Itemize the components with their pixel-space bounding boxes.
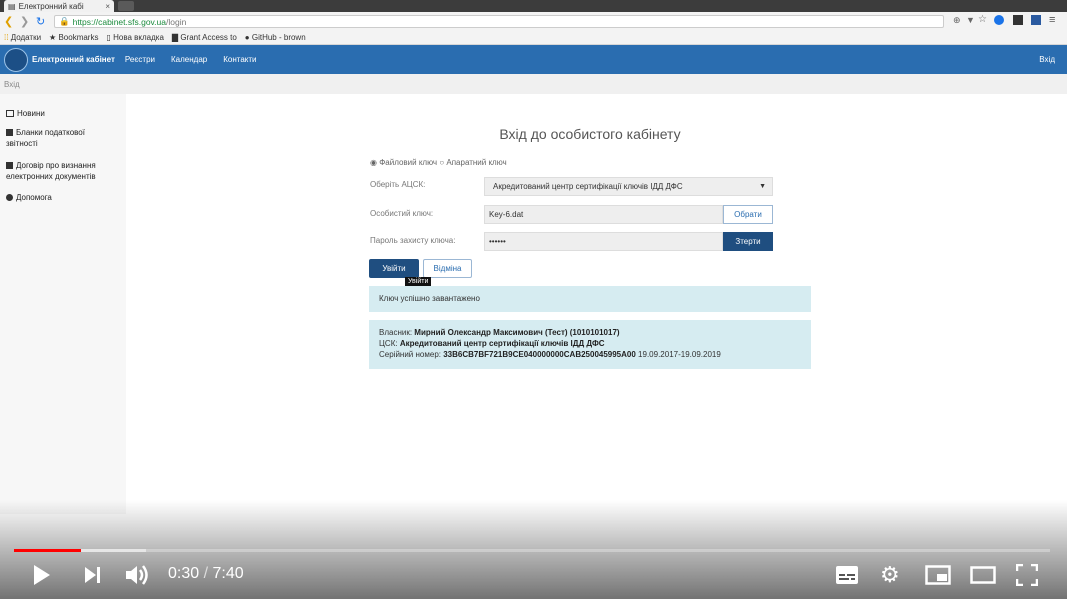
star-icon[interactable]: ☆ xyxy=(978,14,987,25)
page-favicon-icon: ▤ xyxy=(8,1,16,11)
theater-mode-icon[interactable] xyxy=(970,566,996,584)
choose-key-button[interactable]: Обрати xyxy=(723,205,773,224)
url-path: /login xyxy=(166,16,187,27)
bookmarks-folder[interactable]: ★ Bookmarks xyxy=(49,33,98,42)
bookmark-grant-access[interactable]: ▇ Grant Access to xyxy=(172,33,237,42)
success-alert: Ключ успішно завантажено xyxy=(369,286,811,312)
page-icon: ▇ xyxy=(171,32,179,42)
volume-icon[interactable] xyxy=(124,563,152,587)
serial-value: 33B6CB7BF721B9CE040000000CAB250045995A00 xyxy=(443,350,636,359)
owner-value: Мирний Олександр Максимович (Тест) (1010… xyxy=(414,328,620,337)
page-title: Вхід до особистого кабінету xyxy=(499,126,681,142)
validity-period: 19.09.2017-19.09.2019 xyxy=(638,350,721,359)
private-key-label: Особистий ключ: xyxy=(370,209,434,218)
csk-value: Акредитований центр сертифікації ключів … xyxy=(399,339,605,348)
video-time: 0:30 / 7:40 xyxy=(168,565,244,582)
book-icon xyxy=(6,162,13,170)
page-icon: ▯ xyxy=(106,32,111,42)
github-icon: ● xyxy=(244,32,250,42)
radio-file-key[interactable]: ◉ Файловий ключ xyxy=(370,158,437,167)
dropdown-arrow-icon: ▼ xyxy=(759,183,766,190)
browser-tab[interactable]: ▤ Електронний кабі × xyxy=(4,0,114,12)
key-type-radio-group: ◉ Файловий ключ ○ Апаратний ключ xyxy=(370,158,507,167)
bookmark-new-tab[interactable]: ▯ Нова вкладка xyxy=(106,33,163,42)
newspaper-icon xyxy=(6,110,14,118)
url-host: https://cabinet.sfs.gov.ua xyxy=(72,16,166,27)
private-key-field[interactable]: Key-6.dat xyxy=(484,205,723,224)
settings-gear-icon[interactable]: ⚙ xyxy=(880,564,900,586)
forward-icon[interactable]: ❯ xyxy=(20,15,29,28)
sidebar-item-tax-forms[interactable]: Бланки податкової звітності xyxy=(6,127,118,149)
sidebar-item-news[interactable]: Новини xyxy=(6,108,118,119)
bookmarks-bar: ⁞⁞ Додатки ★ Bookmarks ▯ Нова вкладка ▇ … xyxy=(0,30,1067,45)
address-bar[interactable]: 🔒 https://cabinet.sfs.gov.ua/login xyxy=(54,15,944,28)
menu-icon[interactable]: ≡ xyxy=(1049,14,1055,26)
subtitles-icon[interactable] xyxy=(835,565,859,585)
zoom-icon[interactable]: ⊕ xyxy=(953,15,961,26)
duration: 7:40 xyxy=(212,565,244,582)
progress-bar[interactable] xyxy=(14,549,1050,552)
nav-login[interactable]: Вхід xyxy=(1039,55,1055,64)
play-icon[interactable] xyxy=(32,563,52,587)
cancel-button[interactable]: Відміна xyxy=(423,259,472,278)
filter-icon[interactable]: ▼ xyxy=(966,15,975,25)
lock-icon: 🔒 xyxy=(59,16,70,26)
acsk-label: Оберіть АЦСК: xyxy=(370,180,426,189)
sidebar-item-help[interactable]: Допомога xyxy=(6,192,118,203)
extension-icon[interactable] xyxy=(1031,15,1041,25)
new-tab-button[interactable] xyxy=(118,1,134,11)
acsk-select[interactable]: Акредитований центр сертифікації ключів … xyxy=(484,177,773,196)
nav-contacts[interactable]: Контакти xyxy=(223,55,256,64)
extension-icon[interactable] xyxy=(994,15,1004,25)
progress-played xyxy=(14,549,81,552)
breadcrumb: Вхід xyxy=(0,74,1067,94)
reload-icon[interactable]: ↻ xyxy=(36,15,45,28)
bookmark-github[interactable]: ● GitHub - brown xyxy=(245,33,306,42)
owner-label: Власник: xyxy=(379,328,413,337)
nav-calendar[interactable]: Календар xyxy=(171,55,207,64)
tab-close-icon[interactable]: × xyxy=(105,2,110,11)
apps-bookmark[interactable]: ⁞⁞ Додатки xyxy=(4,33,41,42)
site-brand[interactable]: Електронний кабінет xyxy=(32,55,115,64)
sidebar xyxy=(0,94,126,514)
key-info-alert: Власник: Мирний Олександр Максимович (Те… xyxy=(369,320,811,369)
password-field[interactable]: •••••• xyxy=(484,232,723,251)
password-label: Пароль захисту ключа: xyxy=(370,236,456,245)
site-navbar: Електронний кабінет Реєстри Календар Кон… xyxy=(0,45,1067,74)
tab-title: Електронний кабі xyxy=(18,1,84,11)
radio-hardware-key[interactable]: ○ Апаратний ключ xyxy=(439,158,506,167)
tax-service-logo-icon xyxy=(4,47,28,72)
nav-registries[interactable]: Реєстри xyxy=(125,55,155,64)
apps-icon: ⁞⁞ xyxy=(4,32,9,42)
csk-label: ЦСК: xyxy=(379,339,398,348)
star-icon: ★ xyxy=(49,32,57,42)
fullscreen-icon[interactable] xyxy=(1016,564,1038,586)
miniplayer-icon[interactable] xyxy=(925,565,951,585)
login-button[interactable]: Увійти xyxy=(369,259,419,278)
question-circle-icon xyxy=(6,194,13,202)
erase-button[interactable]: Зтерти xyxy=(723,232,773,251)
next-icon[interactable] xyxy=(84,566,102,584)
browser-tab-strip xyxy=(0,0,1067,12)
back-icon[interactable]: ❮ xyxy=(4,15,13,28)
serial-label: Серійний номер: xyxy=(379,350,441,359)
sidebar-item-agreement[interactable]: Договір про визнання електронних докумен… xyxy=(6,160,118,182)
extension-icon[interactable] xyxy=(1013,15,1023,25)
login-tooltip: Увійти xyxy=(405,277,432,286)
book-icon xyxy=(6,129,13,137)
current-time: 0:30 xyxy=(168,565,200,582)
